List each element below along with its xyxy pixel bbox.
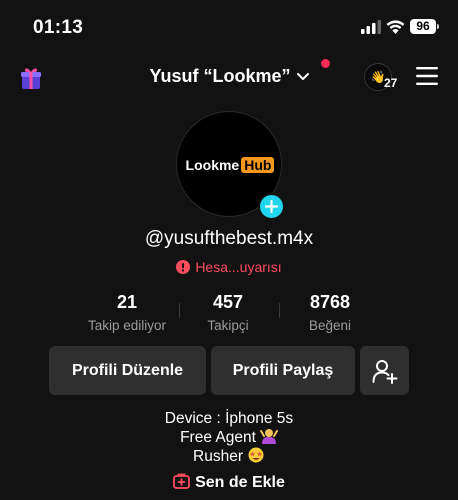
add-avatar-button[interactable] bbox=[258, 193, 285, 220]
avatar-logo-text-b: Hub bbox=[241, 157, 275, 173]
bio-line-2: Free Agent bbox=[0, 428, 458, 447]
stat-likes[interactable]: 8768 Beğeni bbox=[275, 292, 385, 333]
add-box-icon bbox=[173, 473, 190, 489]
alert-icon bbox=[176, 260, 191, 274]
add-user-icon bbox=[372, 360, 398, 384]
add-bio-button[interactable]: Sen de Ekle bbox=[0, 473, 458, 492]
profile-bio: Device : İphone 5s Free Agent Rusher bbox=[0, 409, 458, 466]
avatar-logo: Lookme Hub bbox=[180, 157, 280, 173]
stat-followers-label: Takipçi bbox=[207, 318, 249, 333]
star-struck-emoji-icon bbox=[248, 447, 264, 463]
battery-nub bbox=[437, 24, 439, 29]
profile-visitors-button[interactable]: 👋 27 bbox=[364, 63, 398, 91]
stat-following-value: 21 bbox=[116, 292, 138, 312]
menu-icon[interactable] bbox=[416, 67, 438, 85]
account-warning-text: Hesa...uyarısı bbox=[195, 259, 282, 275]
plus-icon bbox=[265, 200, 278, 213]
notification-dot bbox=[321, 59, 330, 68]
chevron-down-icon bbox=[296, 73, 309, 81]
avatar-logo-text-a: Lookme bbox=[185, 157, 240, 173]
person-shrugging-emoji-icon bbox=[259, 429, 278, 444]
battery-icon: 96 bbox=[410, 19, 436, 34]
bio-line-text: Rusher bbox=[193, 448, 243, 465]
signal-icon bbox=[361, 20, 381, 34]
wifi-icon bbox=[386, 20, 405, 34]
bio-line-3: Rusher bbox=[0, 447, 458, 466]
edit-profile-button[interactable]: Profili Düzenle bbox=[49, 346, 206, 395]
profile-handle: @yusufthebest.m4x bbox=[144, 228, 314, 249]
bio-line-text: Free Agent bbox=[180, 429, 256, 446]
stat-followers-value: 457 bbox=[212, 292, 244, 312]
add-friends-button[interactable] bbox=[360, 346, 409, 395]
bio-line: Device : İphone 5s bbox=[164, 410, 294, 427]
stat-following[interactable]: 21 Takip ediliyor bbox=[72, 292, 182, 333]
profile-name: Yusuf “Lookme” bbox=[149, 66, 291, 86]
status-time: 01:13 bbox=[33, 17, 84, 38]
stat-followers[interactable]: 457 Takipçi bbox=[173, 292, 283, 333]
status-bar: 01:13 96 bbox=[0, 0, 458, 54]
visitor-count: 27 bbox=[384, 76, 398, 90]
account-warning-link[interactable]: Hesa...uyarısı bbox=[0, 259, 458, 275]
stat-likes-label: Beğeni bbox=[308, 318, 352, 333]
stat-following-label: Takip ediliyor bbox=[87, 318, 167, 333]
share-profile-button[interactable]: Profili Paylaş bbox=[211, 346, 355, 395]
stat-likes-value: 8768 bbox=[309, 292, 351, 312]
add-bio-label: Sen de Ekle bbox=[195, 474, 285, 491]
